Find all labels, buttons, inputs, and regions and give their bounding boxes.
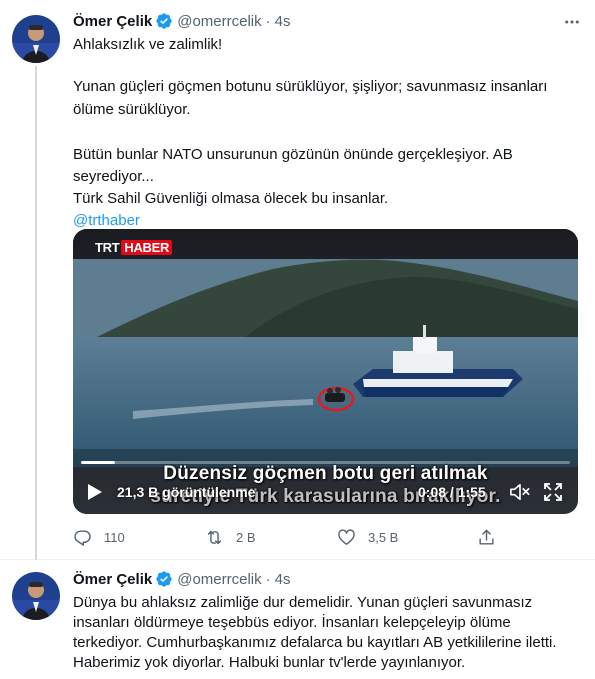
tweet-text-line: Bütün bunlar NATO unsurunun gözünün önün…	[73, 146, 513, 163]
tweet[interactable]: Ömer Çelik @omerrcelik · 4s Ahlaksızlık …	[0, 0, 595, 560]
timestamp[interactable]: 4s	[275, 13, 291, 30]
play-icon[interactable]	[87, 483, 103, 501]
tweet-header: Ömer Çelik @omerrcelik · 4s	[73, 569, 290, 589]
view-count: 21,3 B görüntülenme	[117, 484, 256, 500]
heart-icon	[338, 528, 355, 545]
reply-button[interactable]: 110	[73, 528, 125, 547]
video-player[interactable]: TRT HABER Düzensiz göçmen botu geri atıl…	[73, 229, 578, 514]
thread-connector-line	[35, 66, 37, 560]
tweet-text: Ahlaksızlık ve zalimlik! Yunan güçleri g…	[73, 35, 578, 231]
tweet-actions: 110 2 B 3,5 B	[73, 525, 513, 549]
verified-badge-icon	[155, 12, 173, 30]
tweet-header: Ömer Çelik @omerrcelik · 4s	[73, 11, 290, 31]
tweet-text: Dünya bu ahlaksız zalimliğe dur demelidi…	[73, 593, 578, 673]
verified-badge-icon	[155, 570, 173, 588]
tweet-text-line: ölüme sürüklüyor.	[73, 101, 191, 118]
tweet-text-line: Haberimiz yok diyorlar. Halbuki bunlar t…	[73, 654, 466, 671]
timestamp[interactable]: 4s	[275, 571, 291, 588]
fullscreen-icon[interactable]	[543, 482, 563, 502]
separator-dot: ·	[265, 570, 271, 588]
tweet-text-line: terkediyor. Cumhurbaşkanımız defalarca b…	[73, 634, 557, 651]
tweet-text-line: Dünya bu ahlaksız zalimliğe dur demelidi…	[73, 594, 533, 611]
tweet[interactable]: Ömer Çelik @omerrcelik · 4s Dünya bu ahl…	[0, 560, 595, 679]
like-count: 3,5 B	[368, 529, 399, 545]
share-icon	[479, 529, 494, 545]
tweet-text-line: Ahlaksızlık ve zalimlik!	[73, 36, 223, 53]
like-button[interactable]: 3,5 B	[337, 528, 398, 547]
author-name[interactable]: Ömer Çelik	[73, 571, 152, 588]
share-button[interactable]	[477, 528, 496, 547]
separator-dot: ·	[265, 12, 271, 30]
more-dots-icon[interactable]	[561, 12, 583, 32]
tweet-text-line: Türk Sahil Güvenliği olmasa ölecek bu in…	[73, 190, 389, 207]
reply-icon	[74, 529, 91, 546]
muted-speaker-icon[interactable]	[509, 482, 531, 502]
tweet-text-line: seyrediyor...	[73, 168, 154, 185]
channel-logo: TRT HABER	[95, 240, 173, 255]
retweet-icon	[207, 530, 222, 544]
avatar[interactable]	[12, 572, 60, 620]
tweet-text-line: Yunan güçleri göçmen botunu sürüklüyor, …	[73, 78, 548, 95]
video-controls: 21,3 B görüntülenme 0:08 / 1:55	[73, 479, 578, 503]
video-timecode: 0:08 / 1:55	[418, 484, 486, 500]
author-name[interactable]: Ömer Çelik	[73, 13, 152, 30]
tweet-text-line: insanları öldürmeye teşebbüs ediyor. İns…	[73, 614, 511, 631]
avatar[interactable]	[12, 15, 60, 63]
mention-link[interactable]: @trthaber	[73, 211, 578, 231]
reply-count: 110	[104, 529, 125, 545]
retweet-count: 2 B	[236, 529, 256, 545]
retweet-button[interactable]: 2 B	[205, 528, 256, 547]
author-handle[interactable]: @omerrcelik	[177, 571, 261, 588]
author-handle[interactable]: @omerrcelik	[177, 13, 261, 30]
